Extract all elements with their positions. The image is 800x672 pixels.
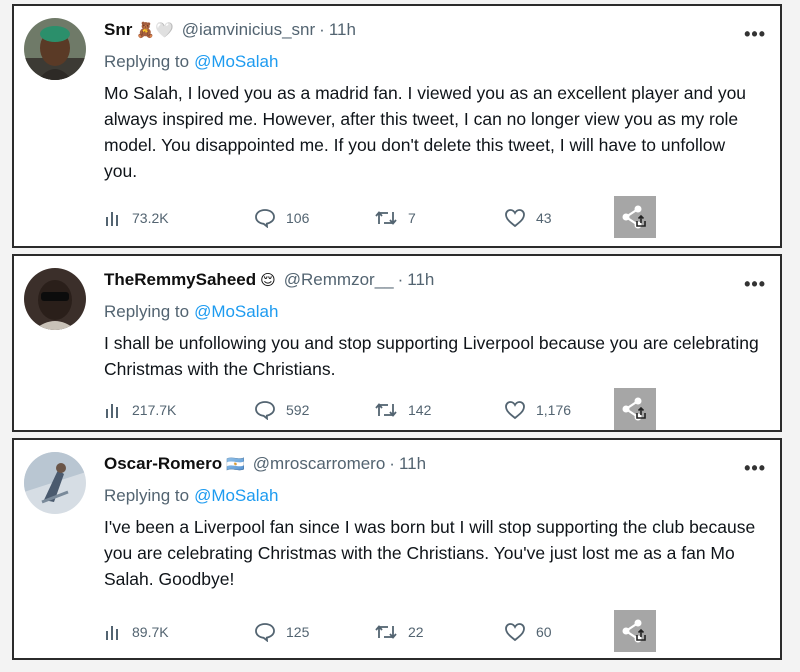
share-icon bbox=[622, 619, 646, 643]
speech-bubble-icon bbox=[255, 623, 275, 642]
replying-to-mention[interactable]: @MoSalah bbox=[194, 486, 278, 505]
tweet-actions: 73.2K 106 7 43 bbox=[104, 196, 768, 238]
separator-dot: · bbox=[319, 20, 325, 39]
views-count: 217.7K bbox=[132, 402, 177, 418]
replying-to-label: Replying to bbox=[104, 302, 190, 321]
display-name[interactable]: Oscar-Romero bbox=[104, 454, 222, 474]
tweet-card[interactable]: Oscar-Romero 🇦🇷 @mroscarromero · 11h •••… bbox=[12, 438, 782, 660]
reply-button[interactable]: 125 bbox=[254, 622, 309, 642]
name-emoji: 🇦🇷 bbox=[226, 456, 245, 473]
timestamp[interactable]: 11h bbox=[399, 454, 426, 474]
heart-icon bbox=[505, 209, 525, 228]
user-handle[interactable]: @iamvinicius_snr bbox=[182, 20, 315, 40]
tweet-card[interactable]: TheRemmySaheed 😌 @Remmzor__ · 11h ••• Re… bbox=[12, 254, 782, 432]
like-button[interactable]: 60 bbox=[504, 622, 552, 642]
like-button[interactable]: 43 bbox=[504, 208, 552, 228]
heart-icon bbox=[505, 623, 525, 642]
retweet-button[interactable]: 22 bbox=[374, 623, 424, 641]
tweet-text: I shall be unfollowing you and stop supp… bbox=[104, 333, 759, 379]
tweet-card[interactable]: Snr 🧸🤍 @iamvinicius_snr · 11h ••• Replyi… bbox=[12, 4, 782, 248]
more-options-icon[interactable]: ••• bbox=[744, 458, 766, 479]
replies-count: 106 bbox=[286, 210, 310, 226]
bar-chart-icon bbox=[106, 626, 118, 640]
replying-to-mention[interactable]: @MoSalah bbox=[194, 302, 278, 321]
display-name[interactable]: Snr bbox=[104, 20, 132, 40]
tweet-text: Mo Salah, I loved you as a madrid fan. I… bbox=[104, 83, 747, 181]
share-button[interactable] bbox=[614, 196, 656, 238]
retweet-icon bbox=[375, 403, 397, 417]
user-handle[interactable]: @mroscarromero bbox=[253, 454, 386, 474]
replying-to-mention[interactable]: @MoSalah bbox=[194, 52, 278, 71]
avatar[interactable] bbox=[24, 268, 86, 330]
tweet-actions: 217.7K 592 142 1,176 bbox=[104, 388, 768, 430]
retweet-icon bbox=[375, 211, 397, 225]
reply-button[interactable]: 106 bbox=[254, 208, 309, 228]
user-handle[interactable]: @Remmzor__ bbox=[284, 270, 394, 290]
replying-to-line: Replying to @MoSalah bbox=[104, 486, 278, 506]
tweet-actions: 89.7K 125 22 60 bbox=[104, 610, 768, 652]
display-name[interactable]: TheRemmySaheed bbox=[104, 270, 256, 290]
likes-count: 43 bbox=[536, 210, 552, 226]
replies-count: 125 bbox=[286, 624, 310, 640]
share-icon bbox=[622, 397, 646, 421]
timestamp[interactable]: 11h bbox=[329, 20, 356, 40]
likes-count: 1,176 bbox=[536, 402, 572, 418]
views-button[interactable]: 217.7K bbox=[104, 401, 176, 419]
retweet-button[interactable]: 142 bbox=[374, 401, 431, 419]
more-options-icon[interactable]: ••• bbox=[744, 24, 766, 45]
tweet-header: TheRemmySaheed 😌 @Remmzor__ · 11h bbox=[104, 270, 740, 290]
more-options-icon[interactable]: ••• bbox=[744, 274, 766, 295]
tweet-text: I've been a Liverpool fan since I was bo… bbox=[104, 517, 756, 589]
timestamp[interactable]: 11h bbox=[407, 270, 434, 290]
heart-icon bbox=[505, 401, 525, 420]
name-emoji: 😌 bbox=[260, 272, 276, 289]
replying-to-label: Replying to bbox=[104, 52, 190, 71]
separator-dot: · bbox=[389, 454, 395, 473]
views-count: 89.7K bbox=[132, 624, 169, 640]
avatar[interactable] bbox=[24, 452, 86, 514]
retweets-count: 142 bbox=[408, 402, 432, 418]
bar-chart-icon bbox=[106, 404, 118, 418]
replying-to-line: Replying to @MoSalah bbox=[104, 52, 278, 72]
likes-count: 60 bbox=[536, 624, 552, 640]
retweet-button[interactable]: 7 bbox=[374, 209, 416, 227]
retweets-count: 22 bbox=[408, 624, 424, 640]
replying-to-label: Replying to bbox=[104, 486, 190, 505]
share-icon bbox=[622, 205, 646, 229]
views-count: 73.2K bbox=[132, 210, 169, 226]
views-button[interactable]: 89.7K bbox=[104, 623, 169, 641]
name-emoji: 🧸🤍 bbox=[136, 22, 174, 39]
speech-bubble-icon bbox=[255, 401, 275, 420]
avatar[interactable] bbox=[24, 18, 86, 80]
share-button[interactable] bbox=[614, 388, 656, 430]
views-button[interactable]: 73.2K bbox=[104, 209, 169, 227]
retweet-icon bbox=[375, 625, 397, 639]
tweet-header: Snr 🧸🤍 @iamvinicius_snr · 11h bbox=[104, 20, 740, 40]
retweets-count: 7 bbox=[408, 210, 416, 226]
share-button[interactable] bbox=[614, 610, 656, 652]
replies-count: 592 bbox=[286, 402, 310, 418]
tweet-header: Oscar-Romero 🇦🇷 @mroscarromero · 11h bbox=[104, 454, 740, 474]
separator-dot: · bbox=[397, 270, 404, 289]
reply-button[interactable]: 592 bbox=[254, 400, 309, 420]
bar-chart-icon bbox=[106, 212, 118, 226]
speech-bubble-icon bbox=[255, 209, 275, 228]
like-button[interactable]: 1,176 bbox=[504, 400, 571, 420]
replying-to-line: Replying to @MoSalah bbox=[104, 302, 278, 322]
